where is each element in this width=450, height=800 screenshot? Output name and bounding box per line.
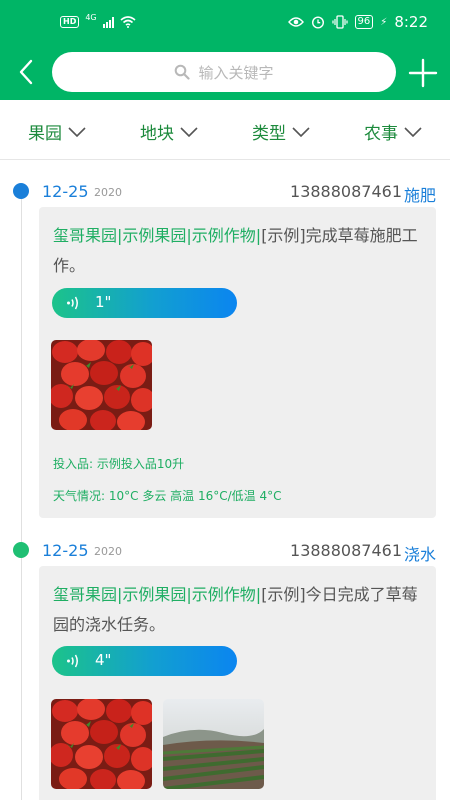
chevron-down-icon [68,126,86,137]
filter-label: 果园 [28,124,62,144]
photo-strawberries[interactable] [51,699,152,789]
record-year: 2020 [94,545,122,558]
filter-bar: 果园 地块 类型 农事 [0,100,450,160]
record-card: 玺哥果园|示例果园|示例作物|[示例]今日完成了草莓园的浇水任务。 4" [39,566,436,800]
photo-farmland[interactable] [163,699,264,789]
plus-icon [408,58,438,88]
filter-label: 类型 [252,124,286,144]
voice-message-button[interactable]: 1" [52,288,237,318]
filter-label: 农事 [364,124,398,144]
back-button[interactable] [12,56,42,88]
filter-farmwork[interactable]: 农事 [364,119,422,144]
alarm-icon [311,16,324,29]
record-content: 玺哥果园|示例果园|示例作物|[示例]今日完成了草莓园的浇水任务。 [53,580,429,640]
filter-orchard[interactable]: 果园 [28,119,86,144]
record-weather: 天气情况: 10°C 多云 高温 16°C/低温 4°C [53,489,282,503]
voice-message-button[interactable]: 4" [52,646,237,676]
search-placeholder: 输入关键字 [198,63,274,82]
timeline-dot [13,183,29,199]
filter-type[interactable]: 类型 [252,119,310,144]
network-type: 4G [85,13,97,22]
record-inputs: 投入品: 示例投入品10升 [53,457,185,471]
search-icon [175,64,191,80]
record-date: 12-25 [42,541,89,560]
signal-icon [102,16,114,28]
record-phone: 13888087461 [290,541,402,560]
filter-plot[interactable]: 地块 [140,119,198,144]
chevron-left-icon [19,59,33,85]
chevron-down-icon [292,126,310,137]
record-date: 12-25 [42,182,89,201]
hd-badge: HD [60,16,80,28]
timeline-line [21,192,22,800]
eye-icon [287,17,304,27]
status-bar: HD 4G 96 ⚡ 8:22 [0,0,450,42]
add-record-button[interactable] [406,56,440,90]
filter-label: 地块 [140,124,174,144]
record-type: 浇水 [403,545,436,564]
vibrate-icon [331,15,348,29]
timeline-dot [13,542,29,558]
voice-wave-icon [67,296,78,310]
record-phone: 13888087461 [290,182,402,201]
record-type: 施肥 [403,186,436,205]
chevron-down-icon [404,126,422,137]
charging-icon: ⚡ [380,16,388,28]
voice-wave-icon [67,654,78,668]
app-header: HD 4G 96 ⚡ 8:22 输入关键字 [0,0,450,100]
clock: 8:22 [394,13,428,31]
record-year: 2020 [94,186,122,199]
wifi-icon [120,16,136,28]
record-card: 玺哥果园|示例果园|示例作物|[示例]完成草莓施肥工作。 1" 投入品: 示例投… [39,207,436,518]
voice-duration: 4" [95,651,112,669]
record-path[interactable]: 玺哥果园|示例果园|示例作物| [53,585,261,604]
record-path[interactable]: 玺哥果园|示例果园|示例作物| [53,226,261,245]
photo-strawberries[interactable] [51,340,152,430]
search-input[interactable]: 输入关键字 [52,52,396,92]
voice-duration: 1" [95,293,112,311]
record-content: 玺哥果园|示例果园|示例作物|[示例]完成草莓施肥工作。 [53,221,429,281]
chevron-down-icon [180,126,198,137]
battery-icon: 96 [354,15,374,29]
